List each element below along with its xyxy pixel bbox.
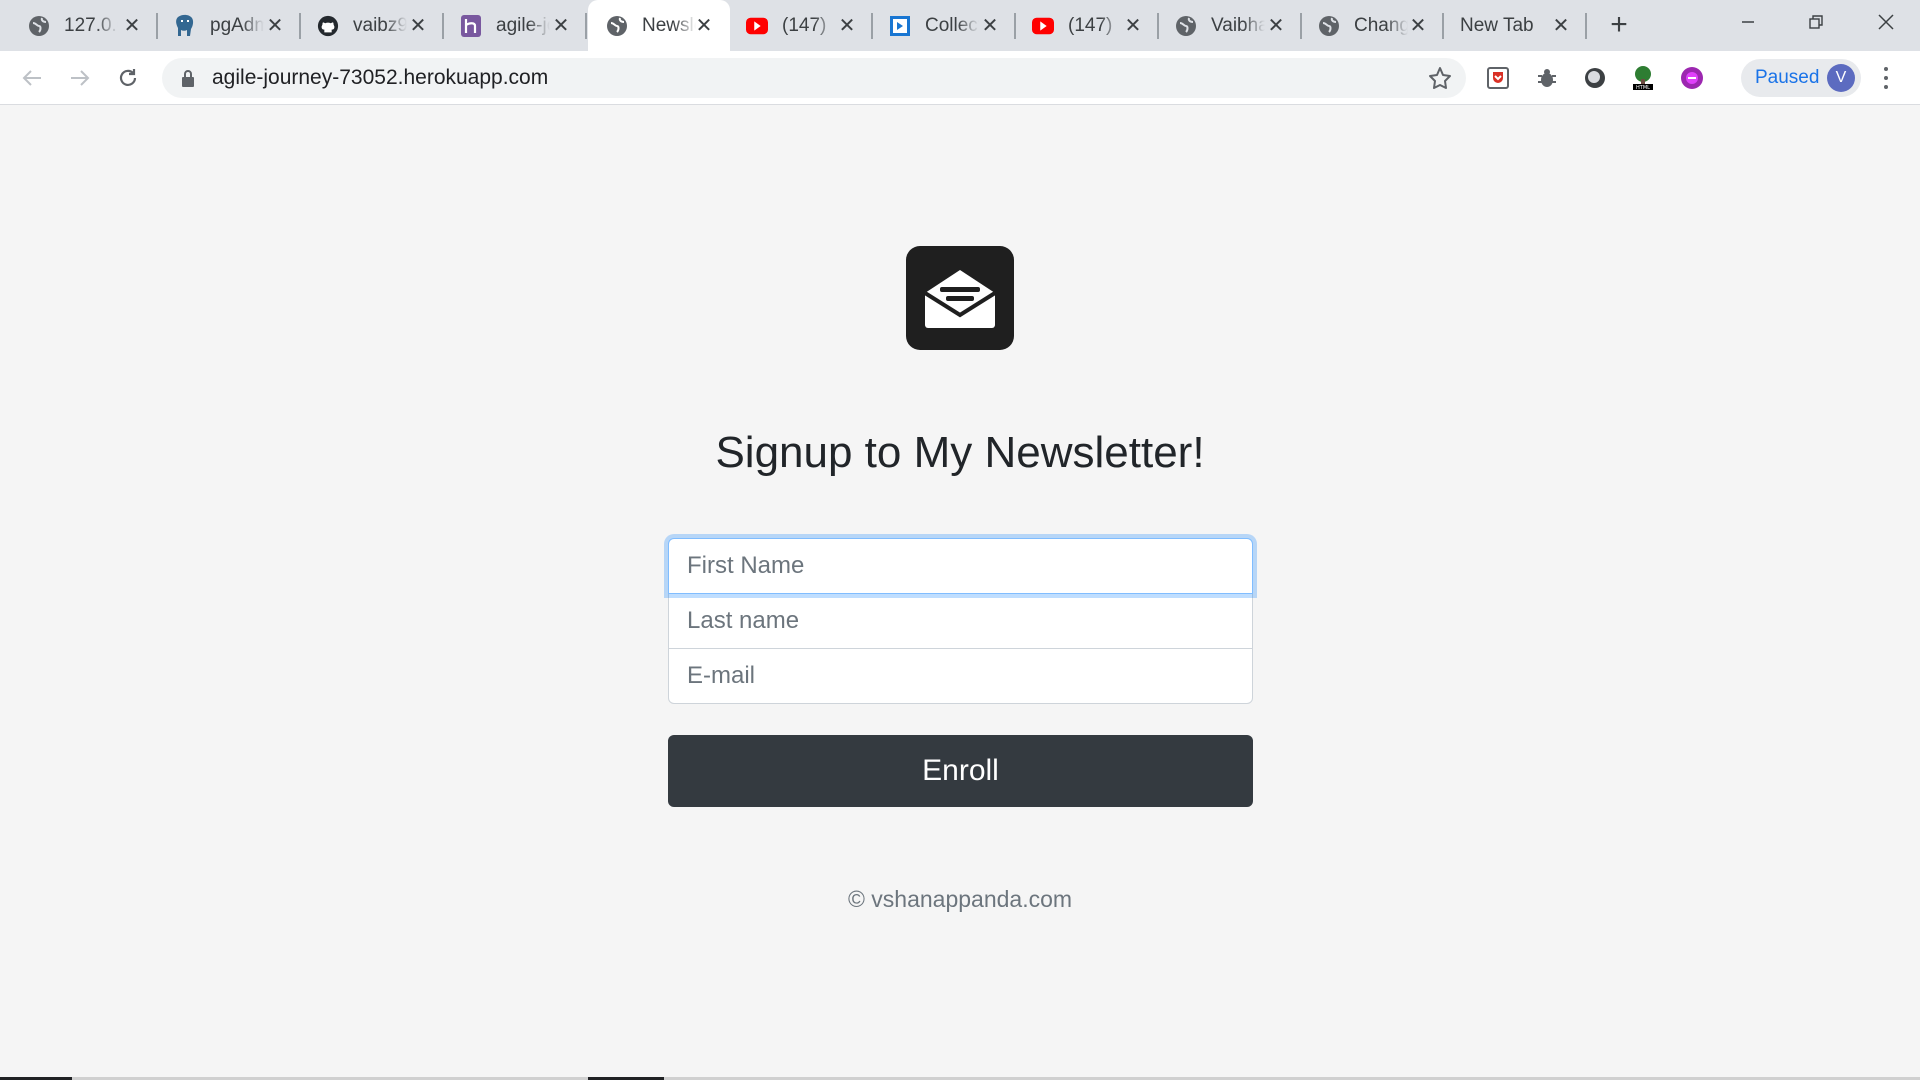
address-bar[interactable]: agile-journey-73052.herokuapp.com [162, 58, 1466, 98]
arrow-left-icon [22, 70, 41, 86]
star-icon[interactable] [1428, 66, 1452, 90]
browser-toolbar: agile-journey-73052.herokuapp.com HTML P… [0, 51, 1920, 105]
globe-icon [606, 15, 628, 37]
tab-title: 127.0.0.1 [64, 14, 118, 36]
tab-127[interactable]: 127.0.0.1 ✕ [0, 0, 158, 51]
minimize-icon [1742, 21, 1754, 23]
tab-vaibhav[interactable]: Vaibhav ✕ [1159, 0, 1302, 51]
postgres-elephant-icon [174, 14, 196, 37]
tab-title: New Tab [1460, 14, 1534, 36]
close-icon[interactable]: ✕ [978, 13, 1002, 37]
close-window-button[interactable] [1852, 0, 1920, 44]
minimize-button[interactable] [1714, 0, 1782, 44]
tab-newsletter[interactable]: Newsletter ✕ [588, 0, 730, 51]
heroku-icon [460, 14, 482, 37]
circle-extension-icon[interactable] [1582, 65, 1608, 91]
tab-title: (147) [1068, 14, 1113, 36]
avatar: V [1827, 64, 1855, 92]
close-icon[interactable]: ✕ [835, 13, 859, 37]
restore-button[interactable] [1782, 0, 1850, 44]
svg-text:HTML: HTML [1636, 85, 1650, 91]
footer-copyright: © vshanappanda.com [847, 886, 1073, 912]
enroll-button[interactable]: Enroll [668, 735, 1253, 807]
pocket-extension-icon[interactable] [1485, 65, 1511, 91]
plus-icon: + [1610, 8, 1628, 41]
close-icon[interactable]: ✕ [1406, 13, 1430, 37]
envelope-open-icon [906, 246, 1014, 350]
youtube-icon [746, 15, 768, 37]
globe-icon [1175, 15, 1197, 37]
signup-form [668, 538, 1253, 704]
close-icon[interactable]: ✕ [120, 13, 144, 37]
tab-divider [585, 13, 587, 39]
tab-title: Collections [925, 14, 979, 36]
globe-icon [1318, 15, 1340, 37]
youtube-icon [1032, 15, 1054, 37]
purple-extension-icon[interactable] [1679, 65, 1705, 91]
back-button[interactable] [16, 62, 48, 94]
tab-collections[interactable]: Collections ✕ [873, 0, 1016, 51]
tab-strip: 127.0.0.1 ✕ pgAdmin ✕ vaibz9 ✕ agile-jou… [0, 0, 1920, 51]
close-icon [1878, 14, 1894, 30]
tab-title: (147) [782, 14, 827, 36]
tab-title: Newsletter [642, 14, 696, 36]
tab-title: Vaibhav [1211, 14, 1265, 36]
lock-icon [182, 70, 194, 87]
page-content: Signup to My Newsletter! Enroll © vshana… [0, 106, 1920, 1080]
first-name-input[interactable] [668, 538, 1253, 594]
close-icon[interactable]: ✕ [1121, 13, 1145, 37]
close-icon[interactable]: ✕ [1549, 13, 1573, 37]
profile-button[interactable]: Paused V [1741, 59, 1861, 97]
restore-icon [1809, 15, 1823, 29]
tab-divider [1585, 13, 1587, 39]
email-input[interactable] [668, 648, 1253, 704]
bug-extension-icon[interactable] [1534, 65, 1560, 91]
forward-button[interactable] [64, 62, 96, 94]
close-icon[interactable]: ✕ [406, 13, 430, 37]
tab-youtube-2[interactable]: (147) ✕ [1016, 0, 1159, 51]
last-name-input[interactable] [668, 593, 1253, 649]
tab-title: pgAdmin [210, 14, 264, 36]
github-icon [317, 15, 339, 37]
url-text: agile-journey-73052.herokuapp.com [212, 66, 549, 89]
tab-title: Change [1354, 14, 1408, 36]
play-square-icon [889, 15, 911, 37]
html-tree-extension-icon[interactable]: HTML [1630, 65, 1656, 91]
reload-button[interactable] [112, 62, 144, 94]
tab-youtube-1[interactable]: (147) ✕ [730, 0, 873, 51]
close-icon[interactable]: ✕ [1264, 13, 1288, 37]
tab-new-tab[interactable]: New Tab ✕ [1444, 0, 1587, 51]
tab-change[interactable]: Change ✕ [1302, 0, 1444, 51]
tab-title: vaibz9 [353, 14, 407, 36]
tab-github[interactable]: vaibz9 ✕ [301, 0, 444, 51]
tab-heroku[interactable]: agile-journey ✕ [444, 0, 587, 51]
profile-status: Paused [1755, 67, 1820, 88]
new-tab-button[interactable]: + [1604, 8, 1634, 41]
reload-icon [119, 69, 137, 86]
close-icon[interactable]: ✕ [263, 13, 287, 37]
page-title: Signup to My Newsletter! [715, 428, 1205, 477]
arrow-right-icon [71, 70, 90, 86]
more-menu-icon[interactable] [1876, 65, 1896, 91]
close-icon[interactable]: ✕ [549, 13, 573, 37]
tab-pgadmin[interactable]: pgAdmin ✕ [158, 0, 301, 51]
tab-title: agile-journey [496, 14, 550, 36]
close-icon[interactable]: ✕ [692, 13, 716, 37]
globe-icon [28, 15, 50, 37]
